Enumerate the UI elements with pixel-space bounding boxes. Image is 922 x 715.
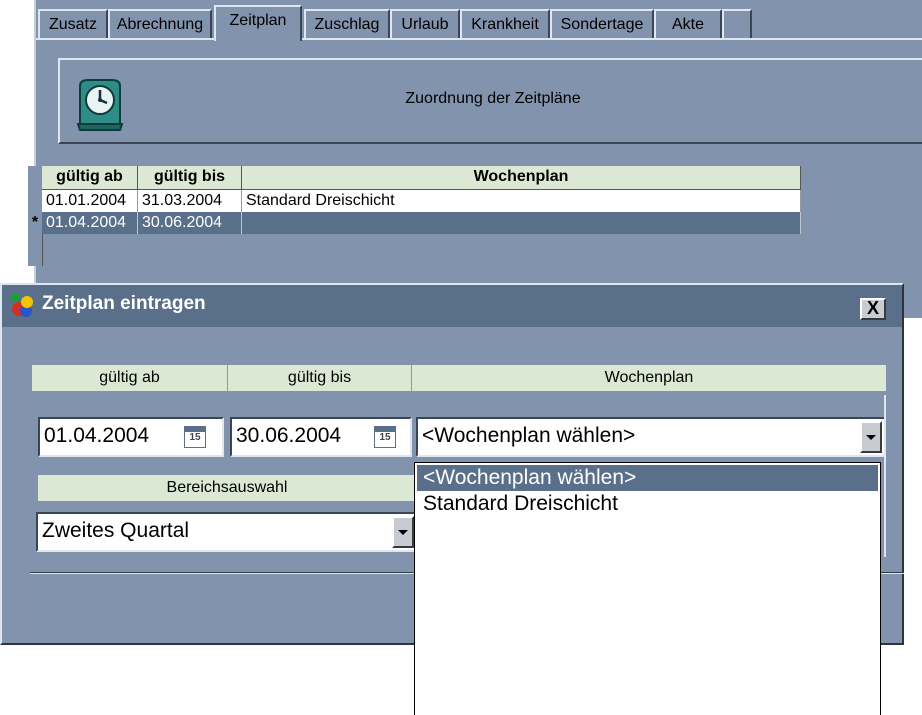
column-header-plan[interactable]: Wochenplan	[242, 166, 801, 190]
tab-label: Abrechnung	[116, 16, 204, 33]
chevron-down-icon	[398, 530, 408, 535]
tab-label: Urlaub	[401, 16, 449, 33]
to-date-value: 30.06.2004	[236, 424, 342, 447]
calendar-day: 15	[379, 432, 391, 443]
tab-label: Zuschlag	[314, 16, 380, 33]
from-date-value: 01.04.2004	[44, 424, 150, 447]
area-select[interactable]: Zweites Quartal	[36, 512, 416, 552]
cell-plan[interactable]: Standard Dreischicht	[242, 190, 801, 212]
schedule-table: gültig ab gültig bis Wochenplan 01.01.20…	[28, 166, 898, 266]
column-header-from[interactable]: gültig ab	[42, 166, 138, 190]
weekplan-dropdown-button[interactable]	[860, 421, 882, 453]
tab-label: Sondertage	[560, 16, 644, 33]
schedule-header-panel: Zuordnung der Zeitpläne	[58, 58, 922, 144]
cell-to[interactable]: 31.03.2004	[138, 190, 242, 212]
tab-label: Krankheit	[471, 16, 539, 33]
cell-to[interactable]: 30.06.2004	[138, 212, 242, 234]
tab-overflow	[722, 9, 752, 39]
tab-label: Zeitplan	[229, 12, 287, 29]
tab-label: Zusatz	[48, 16, 97, 33]
dialog-title: Zeitplan eintragen	[42, 293, 206, 314]
new-row-marker: *	[31, 214, 39, 231]
header-plan: Wochenplan	[412, 365, 886, 391]
tab-sondertage[interactable]: Sondertage	[550, 9, 654, 39]
weekplan-dropdown-list: <Wochenplan wählen> Standard Dreischicht	[414, 462, 881, 715]
calendar-icon-from[interactable]: 15	[184, 426, 206, 448]
tab-label: Akte	[671, 16, 704, 33]
cell-from[interactable]: 01.01.2004	[42, 190, 138, 212]
row-marker	[28, 190, 42, 212]
tab-urlaub[interactable]: Urlaub	[390, 9, 460, 39]
background-window: Zusatz Abrechnung Zeitplan Zuschlag Urla…	[34, 0, 922, 318]
tab-zusatz[interactable]: Zusatz	[38, 9, 108, 39]
header-from: gültig ab	[32, 365, 228, 391]
panel-title: Zuordnung der Zeitpläne	[405, 90, 581, 107]
tab-akte[interactable]: Akte	[654, 9, 722, 39]
column-header-to[interactable]: gültig bis	[138, 166, 242, 190]
app-icon	[11, 294, 33, 317]
dialog-titlebar[interactable]: Zeitplan eintragen X	[2, 285, 902, 327]
tab-zeitplan[interactable]: Zeitplan	[214, 5, 302, 41]
cell-from[interactable]: 01.04.2004	[42, 212, 138, 234]
calendar-day: 15	[189, 432, 201, 443]
tab-krankheit[interactable]: Krankheit	[460, 9, 550, 39]
area-dropdown-button[interactable]	[392, 516, 414, 548]
tab-abrechnung[interactable]: Abrechnung	[108, 9, 212, 39]
area-value: Zweites Quartal	[42, 519, 190, 542]
group-frame	[882, 395, 886, 557]
chevron-down-icon	[866, 435, 876, 440]
close-button[interactable]: X	[860, 298, 886, 320]
weekplan-option[interactable]: <Wochenplan wählen>	[417, 465, 878, 491]
close-icon: X	[866, 298, 879, 318]
header-area: Bereichsauswahl	[38, 475, 416, 501]
tab-divider	[36, 38, 922, 40]
weekplan-select[interactable]: <Wochenplan wählen>	[416, 417, 886, 457]
weekplan-value: <Wochenplan wählen>	[422, 424, 636, 447]
header-to: gültig bis	[228, 365, 412, 391]
cell-plan[interactable]	[242, 212, 801, 234]
calendar-icon-to[interactable]: 15	[374, 426, 396, 448]
tab-zuschlag[interactable]: Zuschlag	[304, 9, 390, 39]
weekplan-option[interactable]: Standard Dreischicht	[417, 491, 878, 517]
